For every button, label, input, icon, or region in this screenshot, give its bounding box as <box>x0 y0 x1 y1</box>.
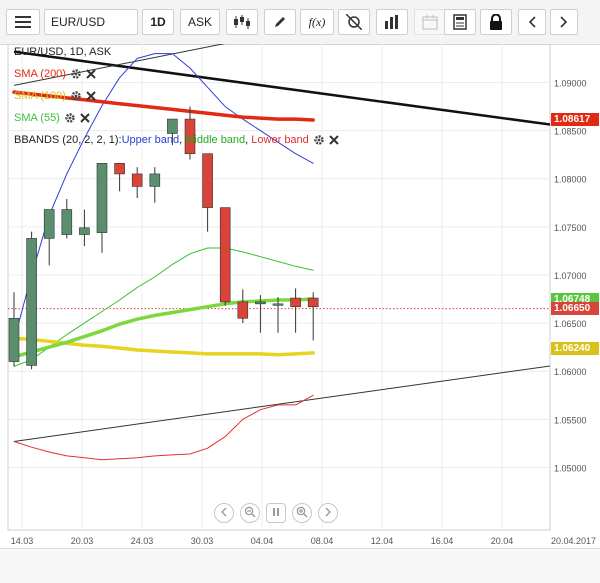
crosshair-button[interactable] <box>338 9 370 35</box>
y-tick-label: 1.07500 <box>554 223 587 233</box>
bearish-candle <box>290 297 301 308</box>
legend-sma200: SMA (200) <box>14 66 96 82</box>
y-tick-label: 1.08000 <box>554 175 587 185</box>
bearish-candle <box>202 153 213 208</box>
bullish-candle <box>26 238 37 366</box>
y-tick-label: 1.06000 <box>554 367 587 377</box>
pause-button[interactable] <box>266 503 286 523</box>
x-tick-label: 04.04 <box>251 536 274 546</box>
function-icon: f(x) <box>308 14 326 29</box>
zoom-out-button[interactable] <box>240 503 260 523</box>
close-icon[interactable] <box>86 91 96 101</box>
legend-bbands: BBANDS (20, 2, 2, 1): Upper band , Middl… <box>14 132 339 148</box>
scroll-left-button[interactable] <box>518 9 546 35</box>
sma100-line <box>12 336 315 357</box>
bullish-candle <box>272 303 284 306</box>
candlestick-chart-icon <box>233 15 251 29</box>
calendar-icon <box>422 14 438 30</box>
legend-sma100: SMA (100) <box>14 88 96 104</box>
bearish-candle <box>307 297 319 308</box>
calculator-icon <box>453 14 467 30</box>
gear-icon[interactable] <box>70 68 82 80</box>
bb-lower-line <box>13 394 314 461</box>
bar-chart-button[interactable] <box>376 9 408 35</box>
bar-chart-icon <box>384 15 400 29</box>
calculator-button[interactable] <box>444 9 476 35</box>
lock-button[interactable] <box>480 9 512 35</box>
bullish-candle <box>43 209 55 239</box>
symbol-selector[interactable]: EUR/USD <box>44 9 138 35</box>
gear-icon[interactable] <box>70 90 82 102</box>
menu-button[interactable] <box>6 9 40 35</box>
bullish-candle <box>96 163 108 233</box>
bullish-candle <box>8 317 20 362</box>
chart-navigation <box>214 503 338 523</box>
bullish-candle <box>255 301 266 305</box>
y-tick-label: 1.06500 <box>554 319 587 329</box>
y-tick-label: 1.05500 <box>554 415 587 425</box>
zoom-in-button[interactable] <box>292 503 312 523</box>
x-tick-label: 08.04 <box>311 536 334 546</box>
x-tick-label: 20.03 <box>71 536 94 546</box>
x-tick-label: 12.04 <box>371 536 394 546</box>
hamburger-menu-icon <box>15 16 31 28</box>
chevron-left-icon <box>528 16 536 28</box>
chart-toolbar: EUR/USD 1D ASK f(x) <box>0 0 600 45</box>
chevron-right-icon <box>560 16 568 28</box>
pan-left-button[interactable] <box>214 503 234 523</box>
price-tag: 1.06240 <box>551 341 599 355</box>
x-tick-label: 20.04.2017 <box>551 536 596 546</box>
close-icon[interactable] <box>86 69 96 79</box>
y-tick-label: 1.08500 <box>554 127 587 137</box>
x-tick-label: 24.03 <box>131 536 154 546</box>
pause-icon <box>271 507 281 520</box>
x-tick-label: 30.03 <box>191 536 214 546</box>
crosshair-icon <box>346 14 362 30</box>
chevron-right-icon <box>324 507 332 520</box>
gear-icon[interactable] <box>64 112 76 124</box>
x-tick-label: 16.04 <box>431 536 454 546</box>
zoom-in-icon <box>296 506 308 521</box>
bearish-candle <box>131 173 143 187</box>
close-icon[interactable] <box>80 113 90 123</box>
legend-sma55: SMA (55) <box>14 110 90 126</box>
y-tick-label: 1.07000 <box>554 271 587 281</box>
zoom-out-icon <box>244 506 256 521</box>
bullish-candle <box>149 173 161 187</box>
price-tag: 1.08617 <box>551 112 599 126</box>
indicators-button[interactable]: f(x) <box>300 9 334 35</box>
price-tag: 1.06650 <box>551 302 599 316</box>
sma55-line <box>12 297 315 359</box>
scroll-right-button[interactable] <box>550 9 578 35</box>
pencil-draw-icon <box>273 15 287 29</box>
bullish-candle <box>79 227 90 235</box>
draw-button[interactable] <box>264 9 296 35</box>
price-chart[interactable]: 1.09000 1.08500 1.08000 1.07500 1.07000 1.065… <box>0 44 600 548</box>
legend-instrument: EUR/USD, 1D, ASK <box>14 46 112 58</box>
bullish-candle <box>61 209 73 235</box>
bearish-candle <box>114 163 125 175</box>
x-tick-label: 20.04 <box>491 536 514 546</box>
y-tick-label: 1.05000 <box>554 463 587 473</box>
lock-icon <box>489 14 503 30</box>
close-icon[interactable] <box>329 135 339 145</box>
calendar-button[interactable] <box>414 9 446 35</box>
timeframe-button[interactable]: 1D <box>142 9 174 35</box>
symbol-label: EUR/USD <box>51 15 106 29</box>
chevron-left-icon <box>220 507 228 520</box>
pan-right-button[interactable] <box>318 503 338 523</box>
chart-scrollbar[interactable] <box>0 548 600 583</box>
y-tick-label: 1.09000 <box>554 78 587 88</box>
bearish-candle <box>219 207 231 303</box>
chart-type-button[interactable] <box>226 9 258 35</box>
x-tick-label: 14.03 <box>11 536 34 546</box>
price-type-button[interactable]: ASK <box>180 9 220 35</box>
bearish-candle <box>237 301 249 319</box>
gear-icon[interactable] <box>313 134 325 146</box>
bb-middle-line <box>13 247 314 367</box>
